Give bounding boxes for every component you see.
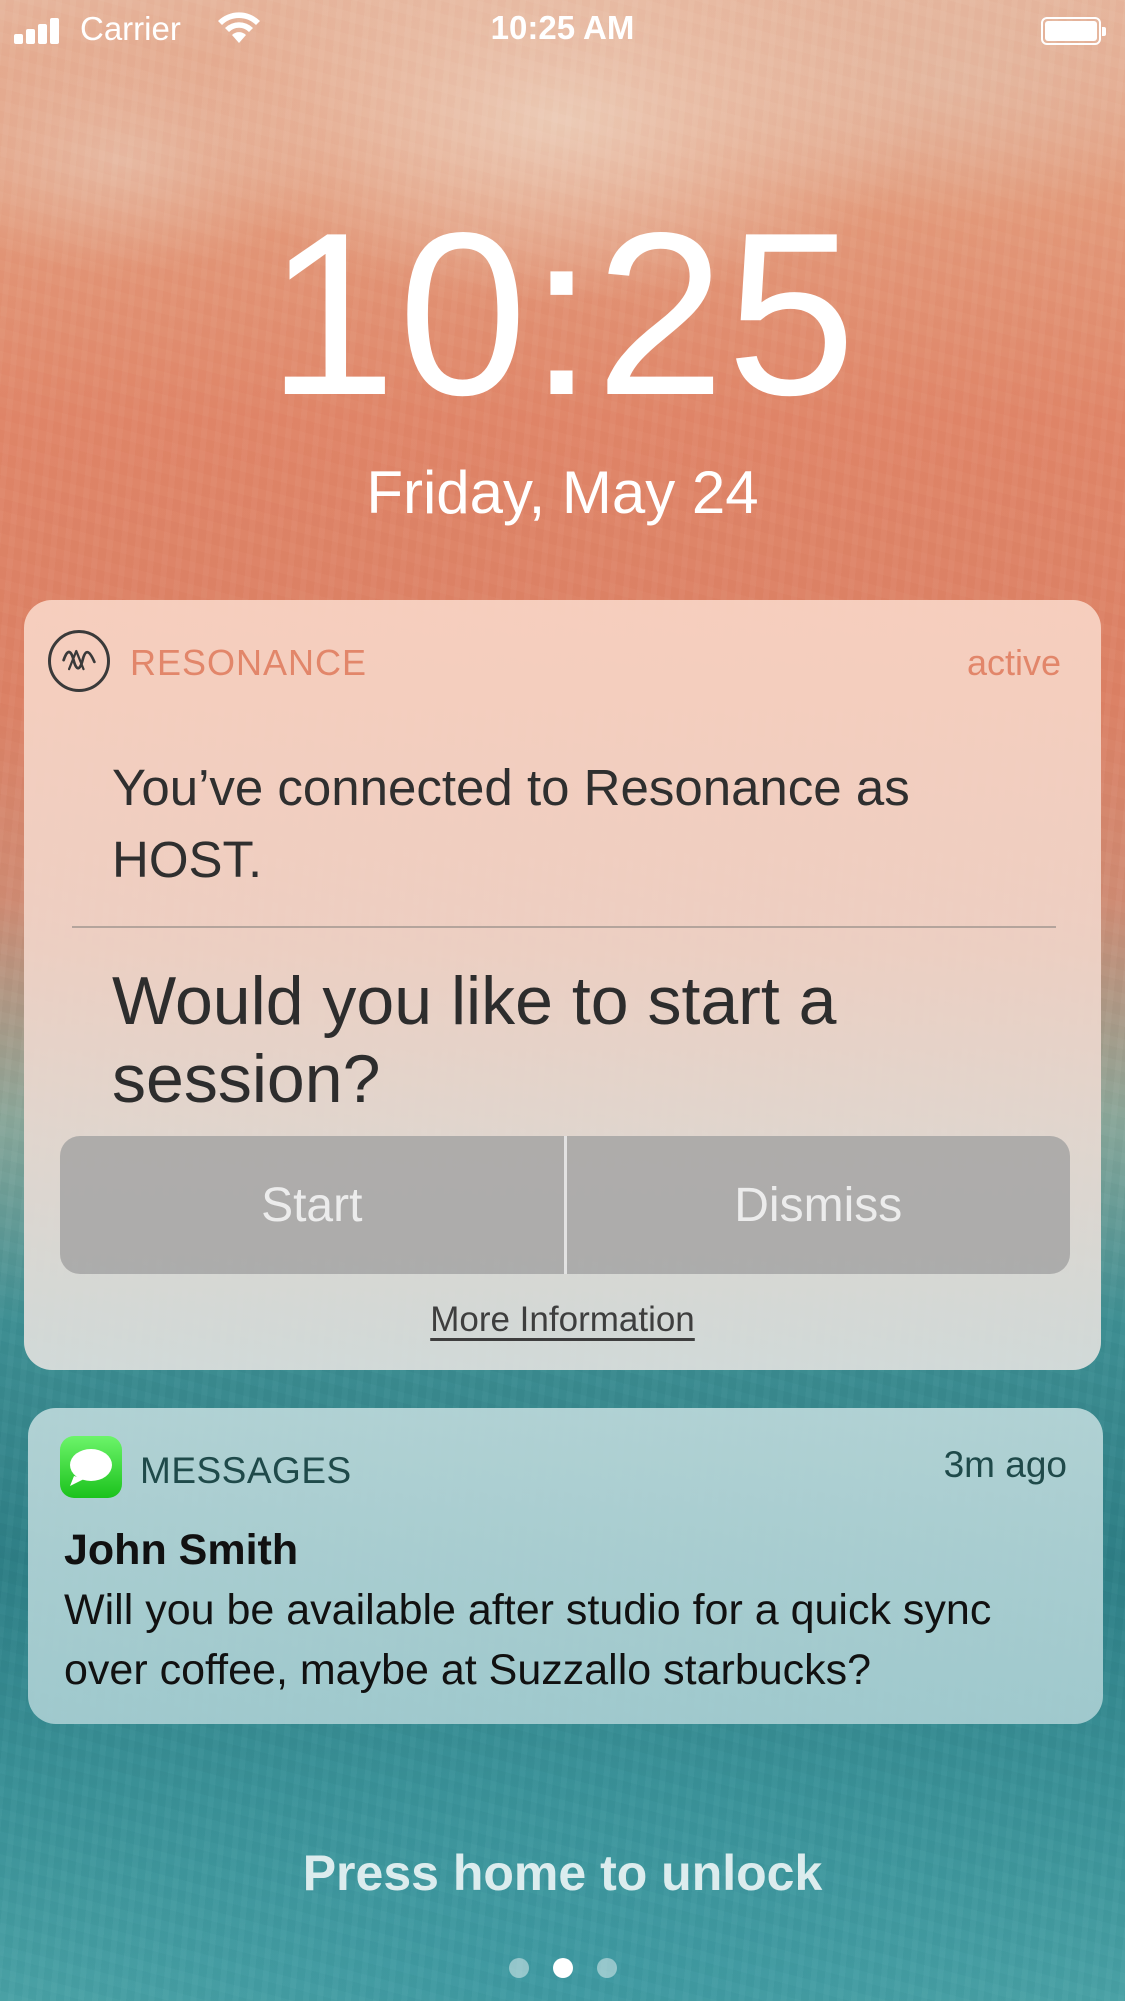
dismiss-button[interactable]: Dismiss [567, 1136, 1071, 1274]
unlock-hint: Press home to unlock [302, 1845, 823, 1901]
start-button[interactable]: Start [60, 1136, 564, 1274]
battery-icon [1041, 17, 1106, 45]
lock-screen-time: 10:25 [267, 185, 858, 444]
status-bar: Carrier 10:25 AM [0, 0, 1125, 58]
messages-bubble-icon [60, 1436, 122, 1498]
lock-screen-date: Friday, May 24 [366, 459, 759, 526]
status-time: 10:25 AM [490, 9, 635, 46]
message-sender: John Smith [64, 1526, 299, 1574]
battery-level [1045, 21, 1097, 41]
page-indicator[interactable] [0, 1958, 1125, 1978]
resonance-logo-icon [48, 630, 110, 692]
notification-actions: Start Dismiss [60, 1136, 1070, 1274]
page-dot [508, 1958, 529, 1978]
more-information-row: More Information [24, 1300, 1101, 1340]
notification-app-name: RESONANCE [130, 642, 368, 683]
message-preview: Will you be available after studio for a… [64, 1586, 992, 1694]
page-dot [596, 1958, 617, 1978]
resonance-notification[interactable]: RESONANCE active You’ve connected to Res… [24, 600, 1101, 1370]
notification-status: active [966, 642, 1061, 683]
notification-question: Would you like to start a session? [112, 963, 837, 1117]
more-information-link[interactable]: More Information [430, 1300, 695, 1339]
notification-message: You’ve connected to Resonance as HOST. [112, 759, 910, 888]
notification-app-name: MESSAGES [140, 1450, 352, 1491]
notification-timestamp: 3m ago [943, 1444, 1067, 1485]
page-dot [552, 1958, 573, 1978]
divider [72, 926, 1056, 928]
messages-notification[interactable]: MESSAGES 3m ago John Smith Will you be a… [28, 1408, 1103, 1724]
